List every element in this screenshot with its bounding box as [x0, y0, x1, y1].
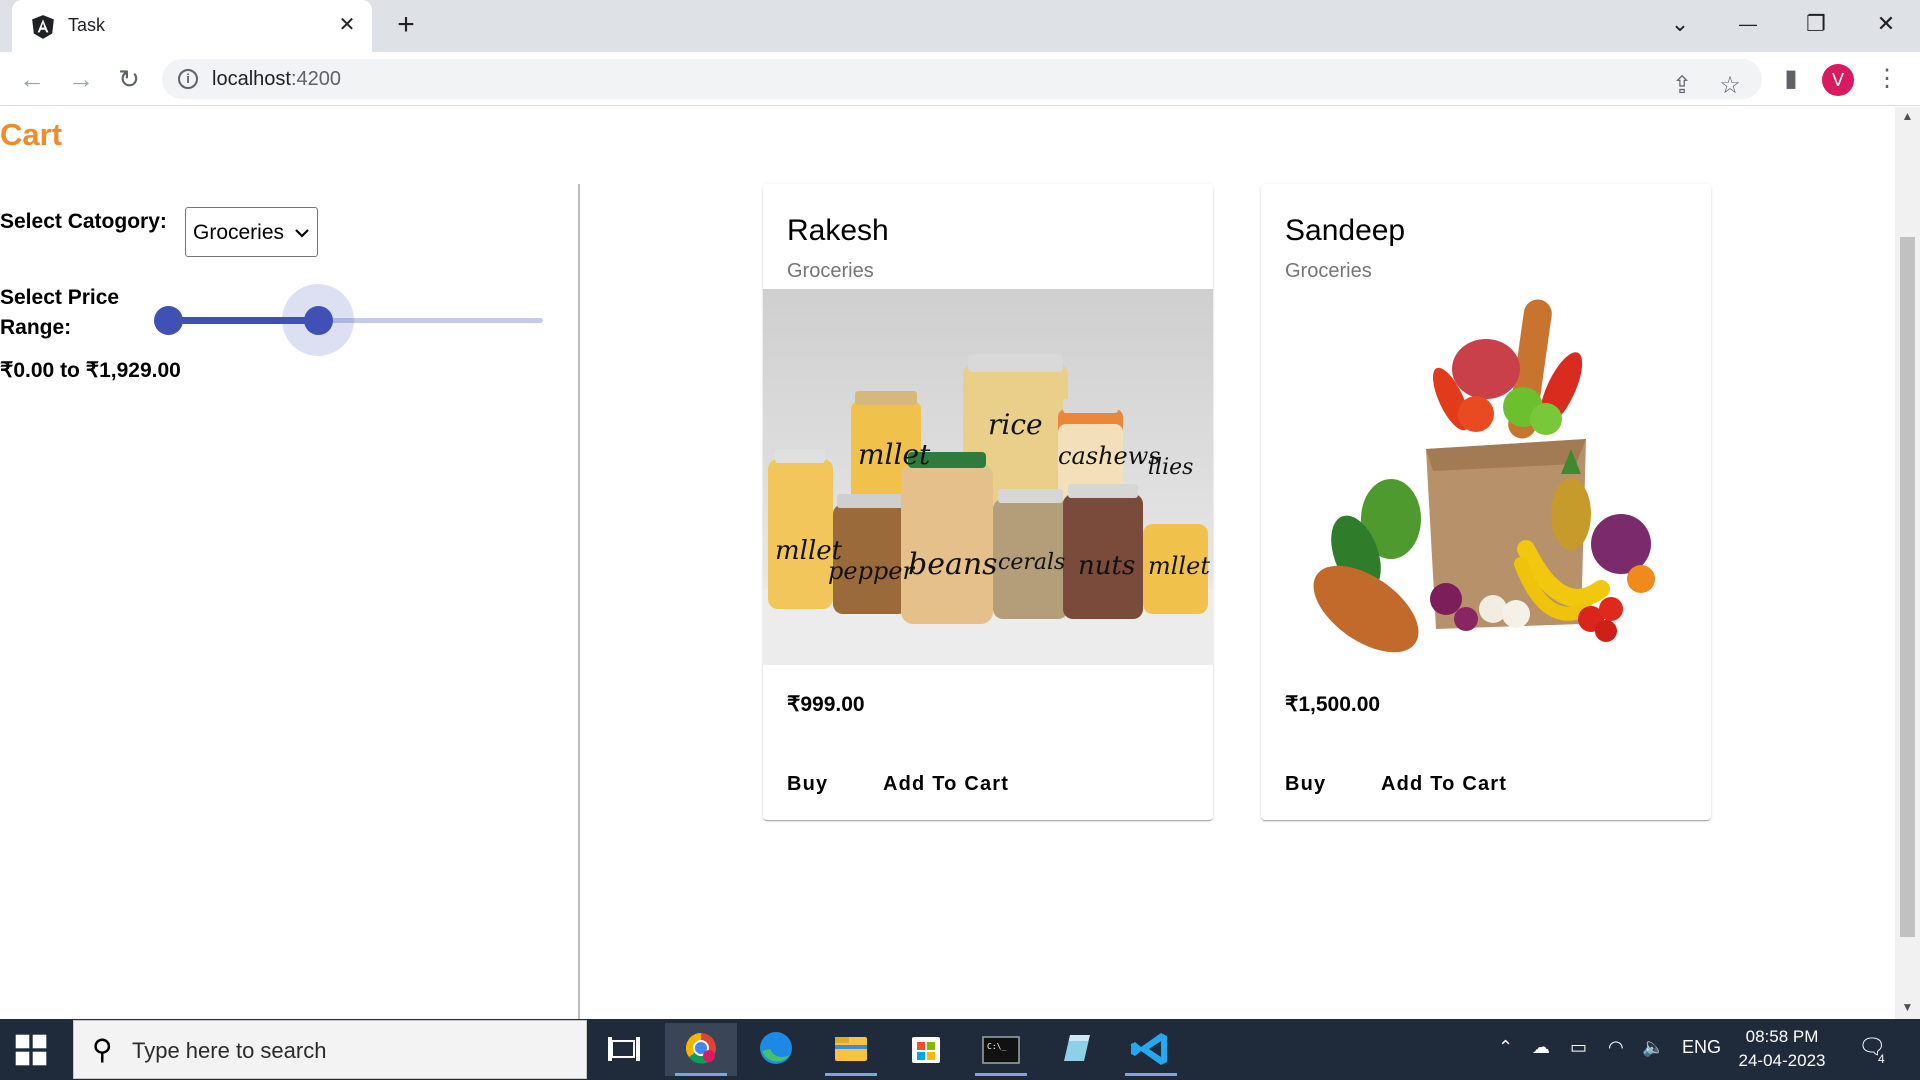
svg-text:pepper: pepper — [828, 557, 915, 585]
price-slider-max-thumb[interactable] — [304, 306, 333, 335]
volume-muted-icon[interactable]: 🔈 — [1642, 1037, 1664, 1058]
notepad-taskbar-icon[interactable] — [1040, 1023, 1112, 1076]
svg-text:beans: beans — [908, 547, 998, 582]
price-range-label: Select Price Range: — [0, 286, 120, 339]
svg-text:cerals: cerals — [998, 550, 1065, 575]
taskbar-search-placeholder: Type here to search — [132, 1038, 327, 1063]
buy-button[interactable]: Buy — [771, 762, 844, 806]
task-view-icon[interactable] — [588, 1023, 660, 1076]
product-image-grocery-bag — [1261, 289, 1711, 665]
forward-arrow-icon[interactable]: → — [64, 62, 98, 96]
wifi-icon[interactable]: ◠ — [1608, 1037, 1624, 1058]
vertical-divider — [578, 184, 580, 1019]
product-card: Sandeep Groceries ₹1,500.00 Buy Add To C… — [1261, 184, 1711, 820]
file-explorer-taskbar-icon[interactable] — [815, 1023, 887, 1076]
system-clock[interactable]: 08:58 PM 24-04-2023 — [1712, 1025, 1852, 1073]
onedrive-cloud-icon[interactable]: ☁ — [1532, 1037, 1550, 1058]
browser-tab[interactable]: Task ✕ — [12, 0, 372, 52]
page-title: Cart — [0, 117, 63, 152]
product-category: Groceries — [787, 260, 874, 282]
svg-text:llies: llies — [1148, 455, 1193, 480]
back-arrow-icon[interactable]: ← — [15, 62, 49, 96]
clock-date: 24-04-2023 — [1738, 1051, 1826, 1070]
edge-taskbar-icon[interactable] — [740, 1023, 812, 1076]
scrollbar-thumb[interactable] — [1900, 237, 1915, 937]
angular-icon — [32, 15, 54, 39]
share-icon[interactable]: ⇪ — [1667, 71, 1697, 101]
svg-text:rice: rice — [988, 408, 1043, 441]
svg-text:cashews: cashews — [1058, 442, 1161, 470]
product-card: Rakesh Groceries rice mllet cashews llie… — [763, 184, 1213, 820]
scroll-down-arrow-icon[interactable]: ▼ — [1901, 1000, 1914, 1014]
restore-button[interactable]: ❐ — [1796, 8, 1836, 40]
side-panel-icon[interactable]: ▮ — [1776, 64, 1806, 94]
category-label: Select Catogory: — [0, 210, 167, 233]
price-range-value: ₹0.00 to ₹1,929.00 — [0, 359, 181, 382]
microsoft-store-taskbar-icon[interactable] — [890, 1023, 962, 1076]
battery-icon[interactable]: ▭ — [1570, 1037, 1587, 1058]
bookmark-star-icon[interactable]: ☆ — [1715, 71, 1745, 101]
scroll-up-arrow-icon[interactable]: ▲ — [1901, 109, 1914, 123]
windows-taskbar: ⚲ Type here to search C:\_ ⌃ ☁ ▭ ◠ 🔈 ENG… — [0, 1019, 1920, 1080]
product-price: ₹1,500.00 — [1285, 693, 1381, 716]
product-image-jars: rice mllet cashews llies mllet pepper be… — [763, 289, 1213, 665]
price-slider-min-thumb[interactable] — [154, 306, 183, 335]
browser-toolbar: ← → ↻ i localhost:4200 ⇪ ☆ ▮ V ⋮ — [0, 52, 1920, 106]
search-icon: ⚲ — [92, 1034, 113, 1065]
add-to-cart-button[interactable]: Add To Cart — [867, 762, 1025, 806]
product-name: Sandeep — [1285, 214, 1406, 247]
reload-icon[interactable]: ↻ — [112, 62, 146, 96]
taskbar-search-box[interactable]: ⚲ Type here to search — [73, 1020, 587, 1079]
category-select-value: Groceries — [193, 221, 285, 244]
browser-tab-strip: Task ✕ + ⌄ — ❐ ✕ — [0, 0, 1920, 52]
vscode-taskbar-icon[interactable] — [1115, 1023, 1187, 1076]
url-port: :4200 — [290, 68, 341, 90]
page-content: Cart Select Catogory: Groceries Select P… — [0, 107, 1895, 1019]
tab-title: Task — [68, 15, 106, 35]
svg-text:nuts: nuts — [1078, 551, 1135, 581]
address-bar[interactable]: i localhost:4200 ⇪ ☆ — [162, 59, 1762, 99]
buy-button[interactable]: Buy — [1269, 762, 1342, 806]
menu-kebab-icon[interactable]: ⋮ — [1872, 64, 1902, 94]
svg-text:mllet: mllet — [1148, 552, 1210, 580]
minimize-button[interactable]: — — [1728, 8, 1768, 40]
chrome-taskbar-icon[interactable] — [665, 1023, 737, 1076]
notification-count-badge: 4 — [1878, 1052, 1885, 1066]
chevron-down-icon — [295, 229, 309, 238]
svg-text:C:\_: C:\_ — [987, 1042, 1006, 1051]
profile-avatar[interactable]: V — [1822, 64, 1854, 96]
category-select[interactable]: Groceries — [185, 207, 318, 257]
show-hidden-icons-chevron-up-icon[interactable]: ⌃ — [1498, 1037, 1513, 1058]
tab-close-icon[interactable]: ✕ — [334, 12, 360, 38]
product-name: Rakesh — [787, 214, 889, 247]
product-price: ₹999.00 — [787, 693, 865, 716]
close-window-button[interactable]: ✕ — [1866, 8, 1906, 40]
page-scrollbar[interactable]: ▲ ▼ — [1895, 107, 1920, 1019]
terminal-taskbar-icon[interactable]: C:\_ — [965, 1023, 1037, 1076]
url-host: localhost — [212, 68, 291, 90]
clock-time: 08:58 PM — [1745, 1027, 1819, 1046]
product-category: Groceries — [1285, 260, 1372, 282]
svg-text:mllet: mllet — [858, 438, 931, 471]
url-text: localhost:4200 — [212, 68, 341, 91]
new-tab-button[interactable]: + — [390, 10, 422, 42]
add-to-cart-button[interactable]: Add To Cart — [1365, 762, 1523, 806]
site-info-icon[interactable]: i — [178, 69, 198, 89]
windows-start-icon[interactable] — [14, 1033, 48, 1067]
tab-search-icon[interactable]: ⌄ — [1660, 8, 1700, 40]
